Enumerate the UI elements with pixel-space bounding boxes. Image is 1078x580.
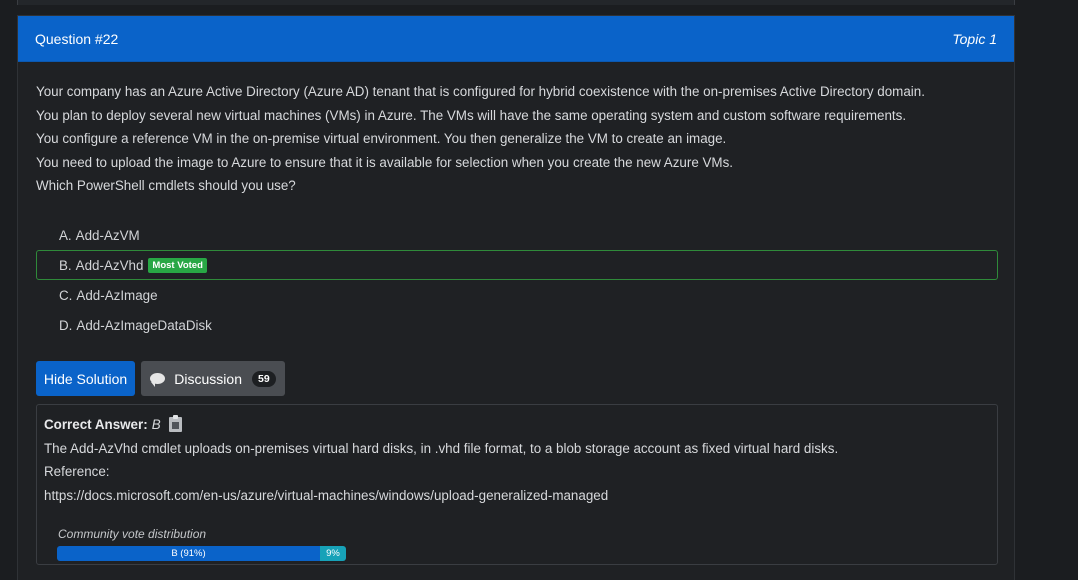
topic-label: Topic 1 xyxy=(952,30,997,47)
question-card: Question #22 Topic 1 Your company has an… xyxy=(17,15,1015,580)
correct-answer-value: B xyxy=(151,417,161,432)
choice-b[interactable]: B. Add-AzVhd Most Voted xyxy=(36,250,998,280)
vote-distribution-bar: B (91%) 9% xyxy=(57,546,346,561)
previous-card-edge xyxy=(17,0,1015,5)
choice-text: Add-AzVM xyxy=(75,227,140,243)
chat-bubble-icon xyxy=(150,373,166,387)
correct-answer-line: Correct Answer: B xyxy=(44,413,990,437)
choice-letter: D. xyxy=(59,317,73,333)
reference-link[interactable]: https://docs.microsoft.com/en-us/azure/v… xyxy=(44,484,990,508)
hide-solution-button[interactable]: Hide Solution xyxy=(36,361,135,396)
question-header: Question #22 Topic 1 xyxy=(18,16,1014,62)
answer-choices: A. Add-AzVM B. Add-AzVhd Most Voted C. A… xyxy=(36,220,998,340)
choice-letter: B. xyxy=(59,257,72,273)
choice-text: Add-AzVhd xyxy=(75,257,144,273)
discussion-button[interactable]: Discussion 59 xyxy=(141,361,285,396)
discussion-count-badge: 59 xyxy=(252,370,276,387)
correct-answer-label: Correct Answer: xyxy=(44,417,148,432)
choice-letter: A. xyxy=(59,227,72,243)
most-voted-badge: Most Voted xyxy=(148,257,207,273)
reference-label: Reference: xyxy=(44,464,110,479)
answer-explanation: The Add-AzVhd cmdlet uploads on-premises… xyxy=(44,440,839,456)
discussion-label: Discussion xyxy=(174,370,242,387)
vote-segment-other: 9% xyxy=(319,546,346,561)
question-text: Your company has an Azure Active Directo… xyxy=(36,80,996,198)
action-buttons: Hide Solution Discussion 59 xyxy=(36,361,285,396)
choice-text: Add-AzImage xyxy=(76,287,158,303)
choice-a[interactable]: A. Add-AzVM xyxy=(36,220,998,250)
choice-c[interactable]: C. Add-AzImage xyxy=(36,280,998,310)
solution-panel: Correct Answer: B The Add-AzVhd cmdlet u… xyxy=(36,404,998,565)
question-line: Your company has an Azure Active Directo… xyxy=(36,84,925,99)
question-line: Which PowerShell cmdlets should you use? xyxy=(36,178,296,193)
choice-letter: C. xyxy=(59,287,73,303)
vote-distribution-title: Community vote distribution xyxy=(58,527,207,541)
question-line: You plan to deploy several new virtual m… xyxy=(36,107,907,123)
question-line: You configure a reference VM in the on-p… xyxy=(36,131,727,146)
choice-d[interactable]: D. Add-AzImageDataDisk xyxy=(36,310,998,340)
choice-text: Add-AzImageDataDisk xyxy=(76,317,212,333)
clipboard-icon[interactable] xyxy=(168,415,182,433)
question-number: Question #22 xyxy=(35,30,119,47)
vote-segment-b: B (91%) xyxy=(57,546,320,561)
question-line: You need to upload the image to Azure to… xyxy=(36,154,733,170)
